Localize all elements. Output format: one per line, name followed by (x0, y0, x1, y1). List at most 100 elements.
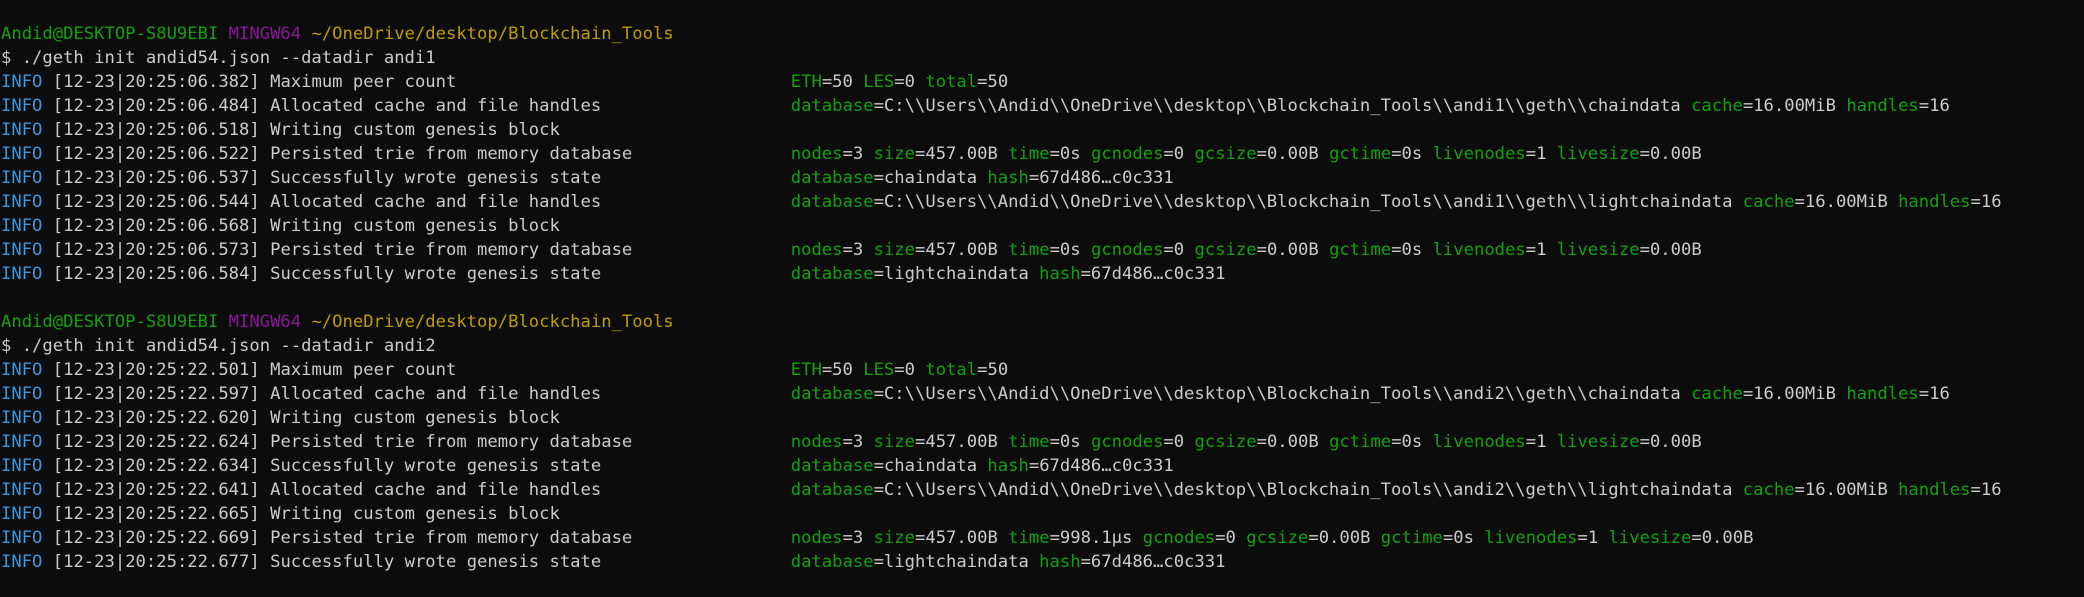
log-field-equals: = (915, 240, 926, 260)
command-line[interactable]: $ ./geth init andid54.json --datadir and… (1, 334, 2084, 358)
log-field-equals: = (1028, 168, 1040, 188)
log-field-key: database (790, 264, 874, 284)
log-level: INFO (1, 120, 43, 140)
log-level: INFO (1, 192, 43, 212)
log-field-key: handles (1898, 192, 1971, 212)
log-field-key: database (790, 552, 874, 572)
log-line: INFO [12-23|20:25:06.382] Maximum peer c… (1, 70, 2084, 94)
log-field-key: cache (1742, 192, 1795, 212)
log-field-value: 50 (987, 360, 1009, 380)
log-field-value: chaindata (883, 456, 978, 476)
prompt-user-host: Andid@DESKTOP-S8U9EBI (1, 312, 219, 332)
log-field-value: 3 (852, 240, 864, 260)
log-field-key: database (790, 192, 874, 212)
log-field-key: livenodes (1484, 528, 1578, 548)
log-field-key: nodes (790, 144, 843, 164)
log-field-key: LES (863, 360, 895, 380)
log-timestamp: [12-23|20:25:06.584] (52, 264, 260, 284)
log-field-value: chaindata (883, 168, 978, 188)
prompt-line: Andid@DESKTOP-S8U9EBI MINGW64 ~/OneDrive… (1, 22, 2084, 46)
log-field-value: 0.00B (1701, 528, 1754, 548)
log-field-value: 0.00B (1318, 528, 1371, 548)
log-field-equals: = (1525, 144, 1537, 164)
log-field-key: livesize (1608, 528, 1692, 548)
log-field-key: handles (1846, 384, 1919, 404)
log-field-equals: = (1049, 432, 1060, 452)
prompt-shell: MINGW64 (228, 312, 302, 332)
log-field-key: nodes (790, 432, 843, 452)
log-timestamp: [12-23|20:25:22.665] (52, 504, 260, 524)
log-field-equals: = (1256, 240, 1267, 260)
log-line: INFO [12-23|20:25:22.620] Writing custom… (1, 406, 2084, 430)
log-message-column: [12-23|20:25:22.665] Writing custom gene… (53, 502, 791, 526)
log-field-key: handles (1898, 480, 1971, 500)
log-field-equals: = (1639, 432, 1650, 452)
log-line: INFO [12-23|20:25:06.568] Writing custom… (1, 214, 2084, 238)
log-field-equals: = (1691, 528, 1702, 548)
log-line: INFO [12-23|20:25:06.584] Successfully w… (1, 262, 2084, 286)
log-timestamp: [12-23|20:25:22.597] (52, 384, 260, 404)
log-field-equals: = (873, 456, 884, 476)
log-level: INFO (1, 264, 43, 284)
log-field-equals: = (894, 360, 905, 380)
log-level: INFO (1, 360, 43, 380)
log-field-value: 67d486…c0c331 (1039, 456, 1174, 476)
log-field-equals: = (1442, 528, 1454, 548)
log-field-equals: = (842, 144, 853, 164)
log-field-value: 16 (1980, 480, 2002, 500)
log-message-column: [12-23|20:25:22.641] Allocated cache and… (53, 478, 791, 502)
log-line: INFO [12-23|20:25:22.641] Allocated cach… (1, 478, 2084, 502)
log-line: INFO [12-23|20:25:06.573] Persisted trie… (1, 238, 2084, 262)
log-field-key: livesize (1556, 432, 1640, 452)
log-field-equals: = (842, 528, 853, 548)
log-level: INFO (1, 432, 43, 452)
log-field-equals: = (1639, 144, 1650, 164)
log-field-value: C:\\Users\\Andid\\OneDrive\\desktop\\Blo… (883, 192, 1733, 212)
log-field-key: gctime (1380, 528, 1443, 548)
log-field-value: 0s (1401, 240, 1423, 260)
log-field-value: 0s (1059, 144, 1081, 164)
log-message-column: [12-23|20:25:22.677] Successfully wrote … (53, 550, 791, 574)
log-message-column: [12-23|20:25:06.518] Writing custom gene… (53, 118, 791, 142)
log-message: Writing custom genesis block (270, 120, 560, 140)
command-line[interactable]: $ ./geth init andid54.json --datadir and… (1, 46, 2084, 70)
log-message-column: [12-23|20:25:22.501] Maximum peer count (53, 358, 791, 382)
log-field-key: database (790, 168, 874, 188)
prompt-path: ~/OneDrive/desktop/Blockchain_Tools (311, 312, 674, 332)
log-field-key: database (790, 456, 874, 476)
log-field-equals: = (915, 144, 926, 164)
log-field-key: cache (1691, 384, 1743, 404)
log-field-equals: = (873, 192, 884, 212)
log-field-value: 16.00MiB (1753, 96, 1836, 116)
log-field-value: 0 (1225, 528, 1236, 548)
log-message: Writing custom genesis block (270, 504, 560, 524)
log-message-column: [12-23|20:25:06.568] Writing custom gene… (53, 214, 791, 238)
log-field-equals: = (915, 432, 926, 452)
log-message-column: [12-23|20:25:06.544] Allocated cache and… (53, 190, 791, 214)
log-field-key: hash (987, 168, 1029, 188)
log-field-equals: = (1080, 264, 1091, 284)
terminal-window[interactable]: Andid@DESKTOP-S8U9EBI MINGW64 ~/OneDrive… (0, 0, 2084, 597)
log-field-value: 0s (1453, 528, 1474, 548)
log-message-column: [12-23|20:25:06.584] Successfully wrote … (53, 262, 791, 286)
log-field-value: 457.00B (925, 240, 998, 260)
log-field-key: gcnodes (1090, 240, 1164, 260)
log-field-value: 3 (852, 432, 864, 452)
log-field-equals: = (1163, 432, 1174, 452)
log-field-value: lightchaindata (883, 552, 1029, 572)
log-field-equals: = (821, 360, 833, 380)
log-timestamp: [12-23|20:25:22.677] (52, 552, 260, 572)
log-field-key: database (790, 96, 874, 116)
log-field-key: hash (1039, 552, 1081, 572)
log-field-key: time (1008, 240, 1050, 260)
log-field-value: 0.00B (1266, 144, 1319, 164)
log-field-key: handles (1846, 96, 1919, 116)
log-message: Successfully wrote genesis state (270, 168, 602, 188)
log-field-value: 1 (1536, 144, 1547, 164)
log-level: INFO (1, 504, 43, 524)
log-field-key: gcsize (1194, 240, 1257, 260)
log-field-key: nodes (790, 240, 843, 260)
log-field-equals: = (873, 552, 884, 572)
log-field-key: nodes (790, 528, 843, 548)
